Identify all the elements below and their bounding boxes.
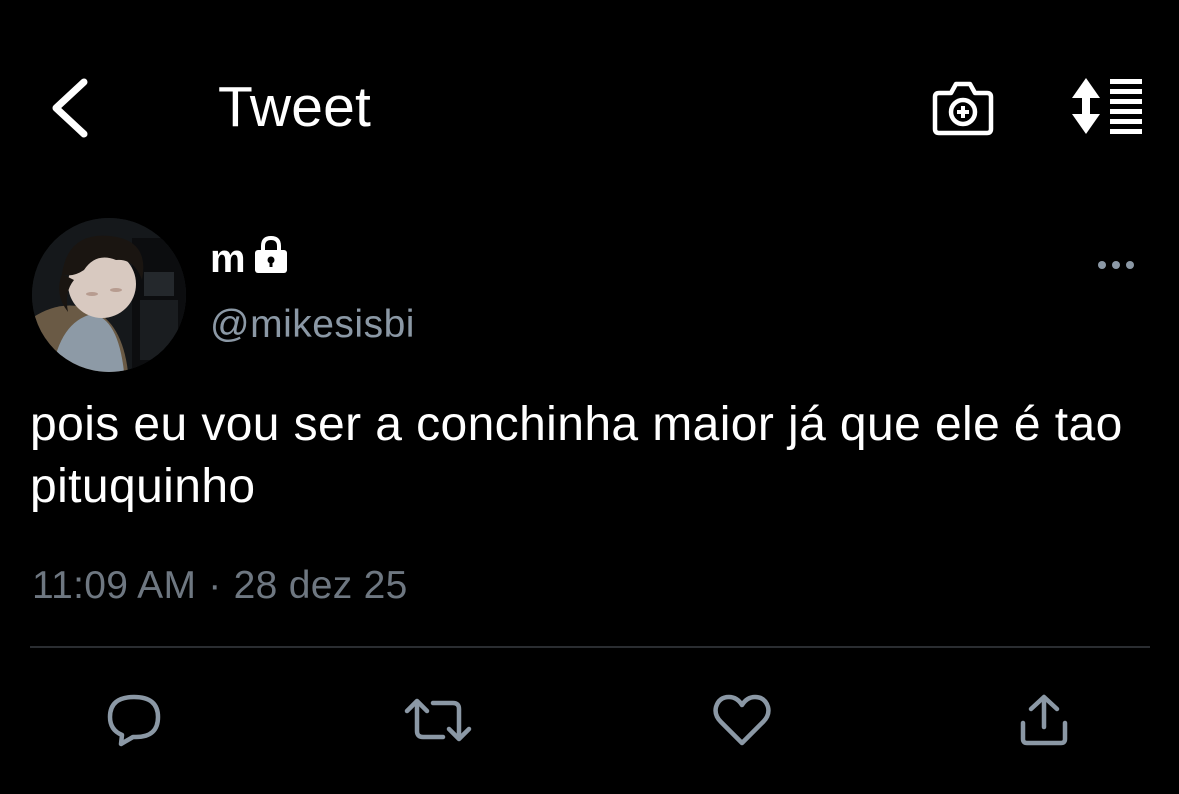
more-dots-icon	[1098, 261, 1134, 269]
page-title: Tweet	[218, 75, 372, 139]
display-name: m	[210, 237, 246, 281]
author-name[interactable]: m	[210, 234, 291, 284]
avatar[interactable]	[32, 218, 186, 372]
camera-button[interactable]	[922, 66, 1004, 146]
sort-list-icon	[1072, 78, 1142, 134]
profile-photo	[32, 218, 186, 372]
reply-button[interactable]	[94, 680, 174, 760]
reply-icon	[107, 694, 161, 747]
author-handle[interactable]: @mikesisbi	[210, 300, 415, 350]
more-options-button[interactable]	[1088, 248, 1144, 282]
back-button[interactable]	[38, 70, 102, 146]
tweet-timestamp: 11:09 AM · 28 dez 25	[32, 560, 408, 612]
heart-icon	[713, 694, 771, 746]
share-button[interactable]	[1004, 680, 1084, 760]
sort-button[interactable]	[1058, 66, 1154, 146]
lock-icon	[251, 235, 291, 275]
tweet-text: pois eu vou ser a conchinha maior já que…	[30, 398, 1123, 513]
tweet-date: 28 dez 25	[233, 564, 408, 607]
like-button[interactable]	[702, 680, 782, 760]
retweet-icon	[404, 698, 472, 742]
chevron-left-icon	[52, 78, 88, 138]
camera-plus-icon	[932, 81, 994, 136]
share-icon	[1020, 694, 1068, 746]
meta-separator: ·	[208, 564, 222, 607]
divider	[30, 646, 1150, 648]
top-navigation-bar: Tweet	[0, 0, 1179, 210]
tweet-time: 11:09 AM	[32, 564, 197, 607]
retweet-button[interactable]	[398, 680, 478, 760]
